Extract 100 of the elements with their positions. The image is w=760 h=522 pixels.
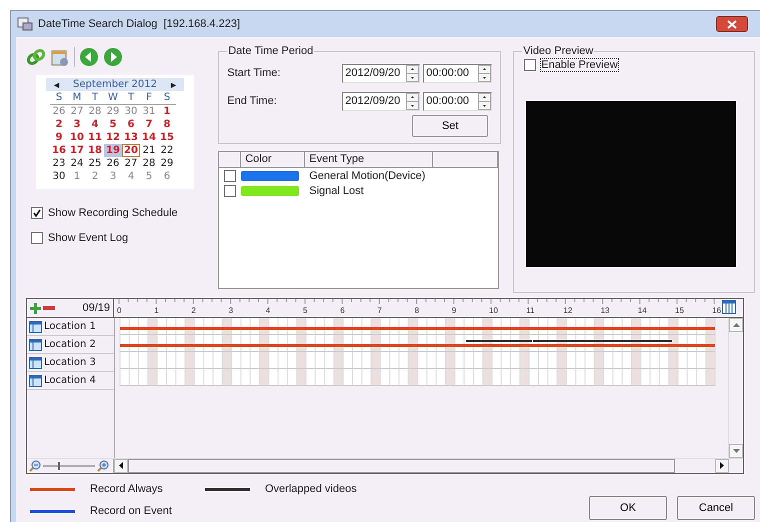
- calendar-day[interactable]: 4: [122, 170, 140, 183]
- event-checkbox[interactable]: [224, 185, 236, 197]
- location-item[interactable]: Location 1: [27, 318, 114, 336]
- calendar-day[interactable]: 23: [50, 157, 68, 170]
- time-field[interactable]: 00:00:00: [423, 64, 492, 82]
- column-header[interactable]: Color: [241, 152, 306, 167]
- location-item[interactable]: Location 2: [27, 336, 114, 354]
- location-icon: [29, 356, 42, 368]
- calendar-day[interactable]: 31: [140, 105, 158, 118]
- scroll-up-button[interactable]: [729, 318, 743, 332]
- calendar-day[interactable]: 22: [158, 144, 176, 157]
- ok-button[interactable]: OK: [589, 496, 667, 520]
- calendar-day[interactable]: 1: [158, 105, 176, 118]
- spinner-button[interactable]: [478, 64, 492, 82]
- calendar-day[interactable]: 29: [158, 157, 176, 170]
- down-arrow-icon: [732, 448, 740, 452]
- add-icon[interactable]: [30, 302, 41, 314]
- calendar-day[interactable]: 28: [140, 157, 158, 170]
- time-field[interactable]: 00:00:00: [423, 92, 492, 110]
- calendar-day[interactable]: 11: [86, 131, 104, 144]
- next-month-arrow[interactable]: ►: [169, 80, 178, 90]
- date-field[interactable]: 2012/09/20: [342, 92, 420, 110]
- weekday-label: M: [68, 91, 86, 105]
- calendar-day[interactable]: 28: [86, 105, 104, 118]
- calendar-day[interactable]: 4: [86, 118, 104, 131]
- calendar-day[interactable]: 30: [122, 105, 140, 118]
- calendar-day[interactable]: 21: [140, 144, 158, 157]
- calendar-day[interactable]: 1: [68, 170, 86, 183]
- location-icon: [29, 320, 42, 332]
- hour-label: 11: [526, 306, 535, 315]
- calendar-day[interactable]: 5: [104, 118, 122, 131]
- location-item[interactable]: Location 4: [27, 372, 114, 390]
- weekday-label: S: [50, 91, 68, 105]
- scroll-thumb[interactable]: [128, 459, 675, 473]
- close-button[interactable]: [716, 16, 748, 32]
- set-button[interactable]: Set: [412, 115, 488, 137]
- option-checkbox[interactable]: Show Recording Schedule: [31, 207, 204, 219]
- calendar-day[interactable]: 26: [104, 157, 122, 170]
- hour-label: 7: [377, 306, 382, 315]
- cancel-button[interactable]: Cancel: [677, 496, 755, 520]
- calendar-day[interactable]: 27: [122, 157, 140, 170]
- spinner-button[interactable]: [478, 92, 492, 110]
- location-item[interactable]: Location 3: [27, 354, 114, 372]
- calendar-day[interactable]: 2: [86, 170, 104, 183]
- zoom-in-icon[interactable]: [97, 460, 109, 472]
- calendar-day[interactable]: 6: [158, 170, 176, 183]
- column-header[interactable]: Event Type: [305, 152, 434, 167]
- location-icon: [29, 374, 42, 386]
- calendar-day[interactable]: 13: [122, 131, 140, 144]
- calendar-day[interactable]: 24: [68, 157, 86, 170]
- calendar-day[interactable]: 18: [86, 144, 104, 157]
- right-arrow-icon: [720, 462, 724, 468]
- calendar-day[interactable]: 20: [122, 144, 140, 157]
- columns-icon[interactable]: [722, 300, 736, 314]
- calendar-day[interactable]: 5: [140, 170, 158, 183]
- calendar-day[interactable]: 27: [68, 105, 86, 118]
- event-checkbox[interactable]: [224, 170, 236, 182]
- scroll-left-button[interactable]: [114, 459, 128, 473]
- spinner-button[interactable]: [406, 64, 420, 82]
- scroll-down-button[interactable]: [729, 444, 743, 458]
- scroll-right-button[interactable]: [715, 459, 729, 473]
- forward-icon[interactable]: [103, 47, 123, 67]
- calendar-day[interactable]: 26: [50, 105, 68, 118]
- time-label: End Time:: [227, 95, 278, 107]
- hour-label: 6: [340, 306, 345, 315]
- group-title: Date Time Period: [227, 45, 314, 57]
- calendar-day[interactable]: 15: [158, 131, 176, 144]
- calendar-day[interactable]: 17: [68, 144, 86, 157]
- back-icon[interactable]: [79, 47, 99, 67]
- calendar-day[interactable]: 3: [104, 170, 122, 183]
- enable-preview-checkbox[interactable]: Enable Preview: [524, 59, 746, 71]
- calendar-day[interactable]: 16: [50, 144, 68, 157]
- hour-label: 15: [675, 306, 684, 315]
- date-field[interactable]: 2012/09/20: [342, 64, 420, 82]
- weekday-label: T: [122, 91, 140, 105]
- legend-label: Record Always: [90, 483, 163, 495]
- calendar-day[interactable]: 2: [50, 118, 68, 131]
- hour-label: 4: [266, 306, 270, 315]
- option-checkbox[interactable]: Show Event Log: [31, 232, 204, 244]
- weekday-label: T: [86, 91, 104, 105]
- calendar-day[interactable]: 7: [140, 118, 158, 131]
- calendar-day[interactable]: 12: [104, 131, 122, 144]
- legend-label: Overlapped videos: [265, 483, 357, 495]
- calendar-day[interactable]: 30: [50, 170, 68, 183]
- hour-label: 1: [154, 306, 159, 315]
- calendar-day[interactable]: 14: [140, 131, 158, 144]
- calendar-day[interactable]: 8: [158, 118, 176, 131]
- previous-month-arrow[interactable]: ◄: [52, 80, 61, 90]
- calendar-day[interactable]: 9: [50, 131, 68, 144]
- calendar-day[interactable]: 3: [68, 118, 86, 131]
- calendar-day[interactable]: 25: [86, 157, 104, 170]
- calendar-day[interactable]: 10: [68, 131, 86, 144]
- legend-line: [30, 510, 75, 512]
- hour-label: 10: [489, 306, 498, 315]
- calendar-day[interactable]: 29: [104, 105, 122, 118]
- spinner-button[interactable]: [406, 92, 420, 110]
- zoom-out-icon[interactable]: [29, 460, 41, 472]
- calendar-day[interactable]: 19: [104, 144, 122, 157]
- calendar-day[interactable]: 6: [122, 118, 140, 131]
- link-icon[interactable]: [26, 47, 46, 67]
